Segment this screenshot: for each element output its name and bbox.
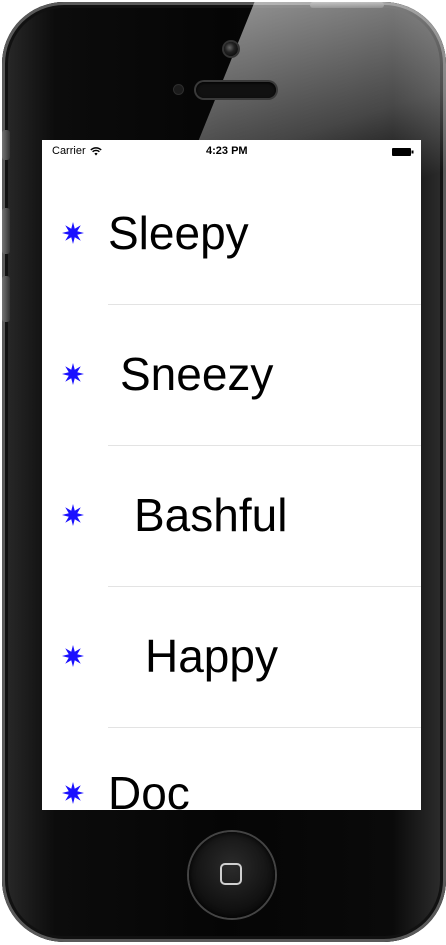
front-camera-icon (224, 42, 238, 56)
mute-switch (2, 130, 10, 160)
screen: Carrier 4:23 PM Sleepy Sneezy Bashful Ha… (42, 140, 421, 810)
list-item[interactable]: Bashful (42, 446, 421, 587)
battery-icon (392, 148, 414, 156)
list-item-label: Happy (145, 630, 278, 682)
earpiece-speaker (196, 82, 276, 98)
wifi-icon (89, 146, 102, 155)
iphone-frame: Carrier 4:23 PM Sleepy Sneezy Bashful Ha… (2, 2, 446, 942)
volume-up-button (2, 208, 10, 254)
proximity-sensor (174, 85, 183, 94)
home-square-icon (220, 863, 242, 885)
list-item-label: Sneezy (120, 348, 274, 400)
home-button[interactable] (189, 832, 275, 918)
list-item-label: Bashful (134, 489, 288, 541)
simulator-stage: Carrier 4:23 PM Sleepy Sneezy Bashful Ha… (0, 0, 446, 945)
list-item[interactable]: Happy (42, 587, 421, 728)
star-icon (62, 222, 84, 244)
star-icon (62, 363, 84, 385)
status-bar: Carrier 4:23 PM (42, 140, 421, 164)
status-time: 4:23 PM (206, 145, 248, 157)
volume-down-button (2, 276, 10, 322)
list-item[interactable]: Sneezy (42, 305, 421, 446)
list-item[interactable]: Sleepy (42, 164, 421, 305)
star-icon (62, 782, 84, 804)
list-item-label: Sleepy (108, 207, 249, 259)
carrier-indicator: Carrier (52, 145, 102, 157)
table-view[interactable]: Sleepy Sneezy Bashful Happy Doc (42, 164, 421, 810)
star-icon (62, 645, 84, 667)
power-button (310, 2, 384, 8)
list-item[interactable]: Doc (42, 728, 421, 810)
star-icon (62, 504, 84, 526)
carrier-label: Carrier (52, 145, 86, 157)
list-item-label: Doc (108, 767, 190, 810)
